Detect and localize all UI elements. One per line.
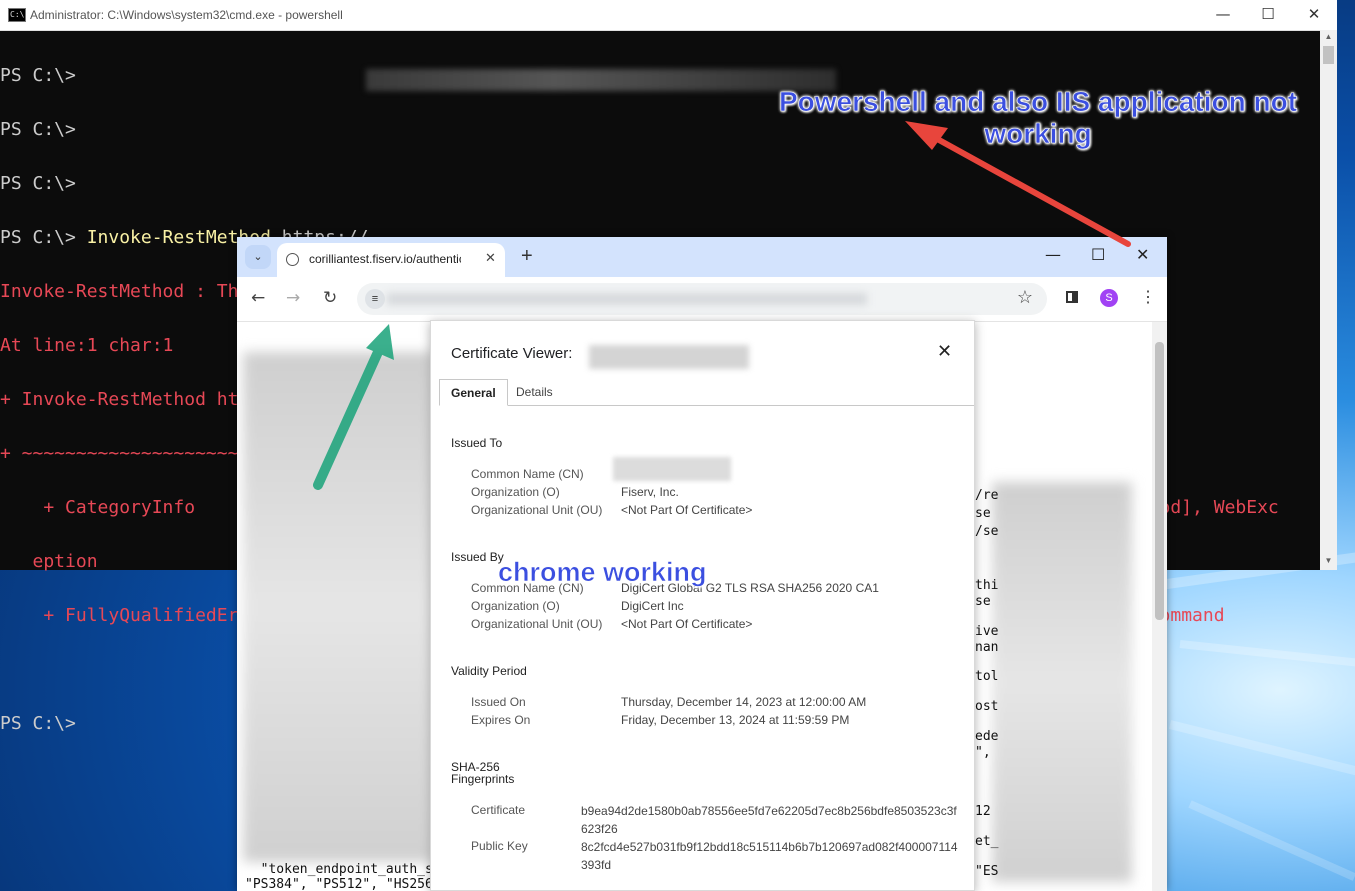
console-close-button[interactable]: ✕	[1292, 4, 1336, 26]
console-line: PS C:\>	[0, 173, 76, 194]
field-label: Certificate	[471, 803, 526, 817]
console-titlebar[interactable]: C:\ Administrator: C:\Windows\system32\c…	[0, 0, 1337, 31]
tab-title: corilliantest.fiserv.io/authentica	[309, 252, 461, 266]
powershell-annotation: Powershell and also IIS application not …	[778, 86, 1298, 150]
page-fragment: 12	[975, 804, 991, 819]
browser-tab[interactable]: corilliantest.fiserv.io/authentica ✕	[277, 243, 505, 277]
dialog-close-icon[interactable]: ✕	[937, 341, 952, 362]
page-fragment: ost	[975, 699, 999, 714]
tab-details[interactable]: Details	[505, 379, 564, 404]
page-json-line: "PS384", "PS512", "HS256",	[245, 877, 449, 891]
fingerprint-value: b9ea94d2de1580b0ab78556ee5fd7e62205d7ec8…	[581, 804, 957, 836]
section-heading: Issued By	[451, 550, 504, 564]
tab-close-icon[interactable]: ✕	[485, 250, 496, 266]
page-fragment: /re	[975, 488, 999, 503]
page-scroll-thumb[interactable]	[1155, 342, 1164, 620]
redacted-page-text	[243, 352, 433, 862]
browser-toolbar: ← → ↻ ≡ ☆ S ⋮	[237, 277, 1167, 322]
scroll-down-arrow-icon[interactable]: ▼	[1320, 556, 1337, 565]
new-tab-button[interactable]: +	[521, 245, 533, 267]
address-bar[interactable]: ≡ ☆	[357, 283, 1047, 315]
console-scroll-thumb[interactable]	[1323, 46, 1334, 64]
certificate-viewer-title: Certificate Viewer:	[451, 345, 573, 362]
certificate-general-panel: Issued To Common Name (CN) Organization …	[431, 406, 974, 891]
forward-button[interactable]: →	[286, 288, 300, 308]
field-label: Organization (O)	[471, 485, 560, 499]
field-label: Organizational Unit (OU)	[471, 503, 603, 517]
redacted-url	[387, 293, 867, 305]
field-value: <Not Part Of Certificate>	[621, 503, 753, 517]
section-heading: Issued To	[451, 436, 503, 450]
field-label: Expires On	[471, 713, 531, 727]
console-prompt: PS C:\>	[0, 227, 87, 248]
field-value: Friday, December 13, 2024 at 11:59:59 PM	[621, 713, 850, 727]
menu-dots-icon[interactable]: ⋮	[1140, 287, 1156, 307]
console-title: Administrator: C:\Windows\system32\cmd.e…	[30, 8, 343, 22]
page-fragment: ive	[975, 624, 999, 639]
certificate-viewer-dialog: Certificate Viewer: ✕ General Details Is…	[430, 320, 975, 891]
profile-avatar[interactable]: S	[1100, 289, 1118, 307]
console-minimize-button[interactable]: —	[1201, 4, 1245, 26]
back-button[interactable]: ←	[251, 288, 265, 308]
chrome-minimize-button[interactable]: —	[1045, 245, 1061, 264]
fingerprint-value: 8c2fcd4e527b031fb9f12bdd18c515114b6b7b12…	[581, 840, 958, 872]
field-label: Organization (O)	[471, 599, 560, 613]
page-fragment: nan	[975, 640, 999, 655]
field-value: <Not Part Of Certificate>	[621, 617, 753, 631]
tab-search-button[interactable]: ⌄	[245, 245, 271, 269]
field-value: Thursday, December 14, 2023 at 12:00:00 …	[621, 695, 867, 709]
tab-strip: ⌄ corilliantest.fiserv.io/authentica ✕ +…	[237, 237, 1167, 277]
annotation-line: Powershell and also IIS application not	[778, 86, 1298, 118]
redacted-hostname	[589, 345, 749, 369]
certificate-tabs: General Details	[439, 379, 974, 406]
page-fragment: se	[975, 594, 991, 609]
page-fragment: "ES	[975, 864, 999, 879]
console-maximize-button[interactable]: ☐	[1246, 4, 1290, 26]
redacted-page-text	[992, 482, 1132, 882]
redacted-url	[366, 69, 836, 91]
side-panel-icon[interactable]	[1066, 291, 1078, 303]
page-fragment: et_	[975, 834, 999, 849]
field-value: DigiCert Inc	[621, 599, 684, 613]
field-label: Issued On	[471, 695, 526, 709]
annotation-line: working	[984, 118, 1092, 150]
section-heading: Fingerprints	[451, 772, 515, 786]
page-fragment: ede	[975, 729, 999, 744]
page-fragment: se	[975, 506, 991, 521]
globe-icon	[286, 253, 299, 266]
wallpaper-light-beam	[1188, 800, 1355, 881]
scroll-up-arrow-icon[interactable]: ▲	[1320, 32, 1337, 41]
field-value: Fiserv, Inc.	[621, 485, 679, 499]
page-scrollbar[interactable]	[1152, 322, 1167, 891]
page-fragment: thi	[975, 578, 999, 593]
page-fragment: /se	[975, 524, 999, 539]
chrome-maximize-button[interactable]: ☐	[1091, 245, 1105, 264]
redacted-common-name	[613, 457, 731, 481]
page-json-line: "token_endpoint_auth_sig	[245, 862, 449, 877]
field-label: Public Key	[471, 839, 528, 853]
console-scrollbar[interactable]: ▲ ▼	[1320, 30, 1337, 570]
cmd-icon: C:\	[8, 8, 26, 22]
reload-button[interactable]: ↻	[323, 288, 337, 308]
field-label: Common Name (CN)	[471, 467, 584, 481]
page-fragment: tol	[975, 669, 999, 684]
chrome-annotation: chrome working	[498, 557, 707, 588]
chrome-close-button[interactable]: ✕	[1136, 245, 1149, 264]
page-fragment: ",	[975, 745, 991, 760]
bookmark-star-icon[interactable]: ☆	[1017, 287, 1033, 308]
field-label: Organizational Unit (OU)	[471, 617, 603, 631]
tab-general[interactable]: General	[439, 379, 508, 406]
section-heading: Validity Period	[451, 664, 527, 678]
site-info-icon[interactable]: ≡	[365, 289, 385, 309]
